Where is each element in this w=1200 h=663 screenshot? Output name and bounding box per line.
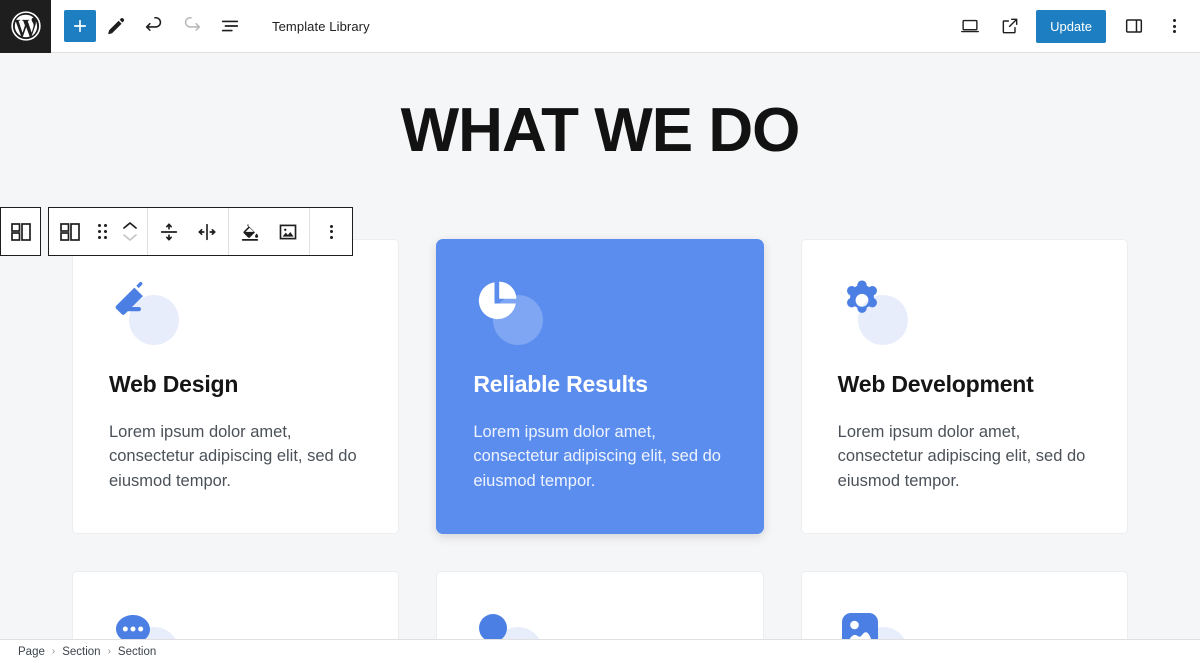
update-button[interactable]: Update: [1036, 9, 1106, 43]
service-card-selected[interactable]: Reliable Results Lorem ipsum dolor amet,…: [436, 239, 764, 534]
image-icon: [279, 224, 297, 239]
kebab-icon: [1172, 19, 1176, 33]
page-title[interactable]: WHAT WE DO: [0, 53, 1200, 166]
block-toolbar-main: [48, 207, 353, 256]
service-card[interactable]: Web Development Lorem ipsum dolor amet, …: [800, 239, 1128, 534]
external-link-icon: [1002, 18, 1018, 34]
undo-arrow-icon: [145, 16, 162, 31]
card-title[interactable]: Web Development: [838, 371, 1091, 398]
block-toolbar-group-options: [310, 208, 352, 255]
undo-button[interactable]: [136, 8, 172, 44]
card-body[interactable]: Lorem ipsum dolor amet, consectetur adip…: [109, 420, 362, 493]
editor-canvas: WHAT WE DO Web Design Lorem ipsum dolor …: [0, 53, 1200, 663]
list-view-icon: [221, 20, 239, 32]
vertical-align-button[interactable]: [150, 208, 188, 255]
plus-icon: [74, 20, 86, 32]
editor-bar-right-tools: Update: [952, 8, 1200, 44]
editor-top-bar: Template Library Update: [0, 0, 1200, 53]
chevron-down-icon: [123, 234, 137, 241]
editor-bar-left-tools: Template Library: [51, 8, 370, 44]
background-image-button[interactable]: [269, 208, 307, 255]
sidebar-panel-icon: [1125, 19, 1143, 33]
breadcrumb: Page › Section › Section: [0, 639, 1200, 663]
card-body[interactable]: Lorem ipsum dolor amet, consectetur adip…: [473, 420, 726, 493]
card-icon-wrap: [838, 277, 910, 345]
wordpress-logo-icon: [10, 11, 41, 41]
chevron-up-icon: [123, 222, 137, 229]
kebab-icon: [329, 224, 333, 239]
card-body[interactable]: Lorem ipsum dolor amet, consectetur adip…: [838, 420, 1091, 493]
view-site-button[interactable]: [992, 8, 1028, 44]
block-mover: [115, 208, 145, 255]
move-up-button[interactable]: [122, 221, 138, 231]
redo-button[interactable]: [174, 8, 210, 44]
columns-block-icon: [60, 222, 80, 241]
breadcrumb-item-page[interactable]: Page: [18, 646, 45, 658]
move-down-button[interactable]: [122, 232, 138, 242]
desktop-icon: [961, 19, 980, 33]
preview-button[interactable]: [952, 8, 988, 44]
horizontal-align-button[interactable]: [188, 208, 226, 255]
block-toolbar-group-block: [49, 208, 148, 255]
block-options-button[interactable]: [312, 208, 350, 255]
breadcrumb-item-section-1[interactable]: Section: [62, 646, 100, 658]
gear-icon: [846, 280, 877, 313]
breadcrumb-separator-icon: ›: [107, 646, 111, 657]
services-grid-row-1: Web Design Lorem ipsum dolor amet, conse…: [72, 229, 1128, 534]
select-parent-block-button[interactable]: [0, 207, 41, 256]
vertical-align-center-icon: [160, 222, 178, 241]
block-toolbar-group-color: [229, 208, 310, 255]
drag-handle[interactable]: [89, 208, 115, 255]
wordpress-logo[interactable]: [0, 0, 51, 53]
block-toolbar: [0, 207, 353, 256]
settings-sidebar-button[interactable]: [1116, 8, 1152, 44]
columns-block-icon: [10, 222, 31, 241]
card-icon-wrap: [109, 277, 181, 345]
editor-options-button[interactable]: [1156, 8, 1192, 44]
card-title[interactable]: Web Design: [109, 371, 362, 398]
breadcrumb-item-section-2[interactable]: Section: [118, 646, 156, 658]
redo-arrow-icon: [184, 16, 201, 31]
pen-design-icon: [115, 282, 143, 315]
block-toolbar-group-alignment: [148, 208, 229, 255]
card-title[interactable]: Reliable Results: [473, 371, 726, 398]
card-icon-wrap: [473, 277, 545, 345]
drag-dots-icon: [97, 224, 107, 239]
service-card[interactable]: Web Design Lorem ipsum dolor amet, conse…: [72, 239, 400, 534]
color-button[interactable]: [231, 208, 269, 255]
paint-bucket-icon: [241, 223, 259, 241]
document-title: Template Library: [272, 18, 370, 34]
horizontal-align-center-icon: [198, 223, 216, 240]
breadcrumb-separator-icon: ›: [51, 646, 56, 657]
pie-chart-icon: [479, 281, 517, 320]
block-type-button[interactable]: [51, 208, 89, 255]
document-overview-button[interactable]: [212, 8, 248, 44]
add-block-button[interactable]: [64, 10, 96, 42]
pencil-icon: [108, 18, 125, 35]
tools-button[interactable]: [98, 8, 134, 44]
